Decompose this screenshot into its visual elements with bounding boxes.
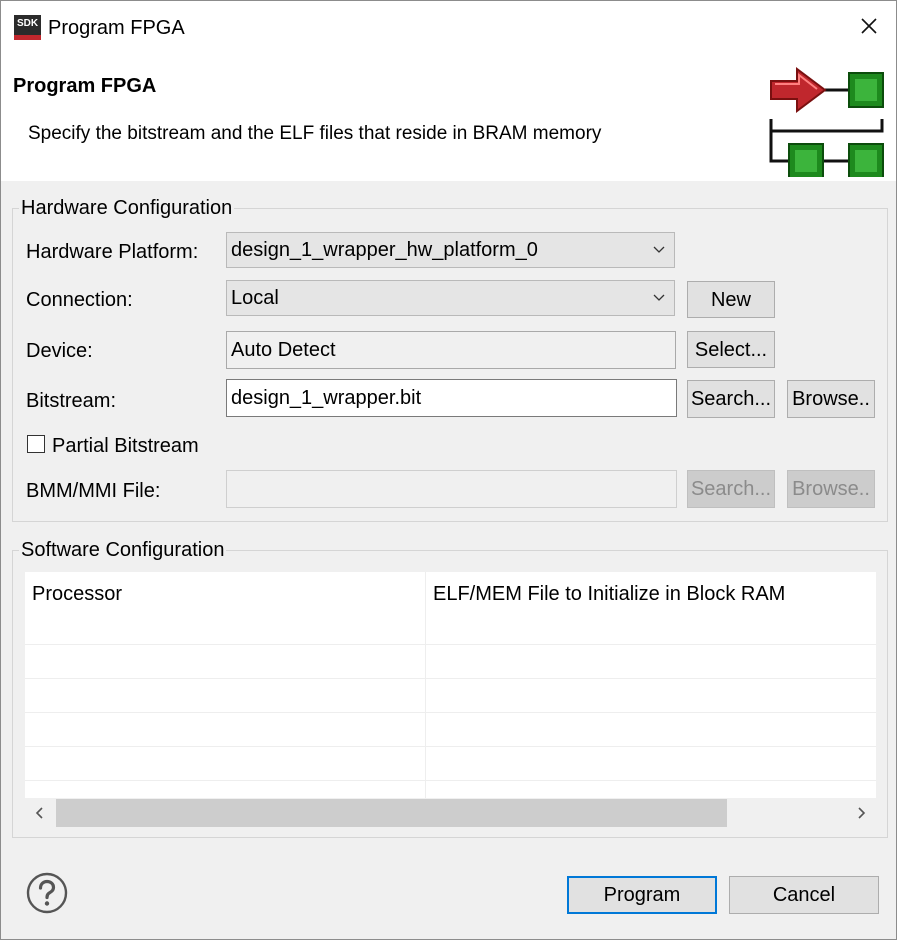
partial-bitstream-label[interactable]: Partial Bitstream <box>52 435 199 458</box>
bmm-mmi-file-input[interactable] <box>226 470 677 508</box>
processor-elf-table: Processor ELF/MEM File to Initialize in … <box>25 572 876 798</box>
bitstream-input[interactable]: design_1_wrapper.bit <box>226 379 677 417</box>
program-fpga-dialog: SDK Program FPGA Program FPGA Specify th… <box>0 0 897 940</box>
table-row <box>25 780 876 781</box>
chevron-down-icon <box>653 246 665 253</box>
header-title: Program FPGA <box>13 75 157 97</box>
device-label: Device: <box>26 340 93 362</box>
program-button[interactable]: Program <box>567 876 717 914</box>
table-row <box>25 712 876 713</box>
hardware-platform-dropdown[interactable]: design_1_wrapper_hw_platform_0 <box>226 232 675 268</box>
bitstream-search-button[interactable]: Search... <box>687 380 775 418</box>
sdk-app-icon: SDK <box>14 15 41 40</box>
dialog-header: Program FPGA Specify the bitstream and t… <box>1 55 896 181</box>
column-divider <box>425 572 426 798</box>
title-bar: SDK Program FPGA <box>1 1 896 55</box>
partial-bitstream-checkbox[interactable] <box>27 435 45 453</box>
fpga-program-graphic-icon <box>767 61 889 183</box>
scrollbar-thumb[interactable] <box>56 799 727 827</box>
bmm-browse-button[interactable]: Browse.. <box>787 470 875 508</box>
table-row <box>25 644 876 645</box>
scroll-left-icon[interactable] <box>31 804 49 822</box>
scroll-right-icon[interactable] <box>852 804 870 822</box>
chevron-down-icon <box>653 294 665 301</box>
software-configuration-label: Software Configuration <box>19 539 227 562</box>
bitstream-browse-button[interactable]: Browse.. <box>787 380 875 418</box>
hardware-platform-value: design_1_wrapper_hw_platform_0 <box>231 239 538 261</box>
close-icon[interactable] <box>856 13 882 39</box>
column-header-processor[interactable]: Processor <box>25 572 425 644</box>
horizontal-scrollbar[interactable] <box>25 798 876 828</box>
hardware-configuration-label: Hardware Configuration <box>19 197 235 220</box>
bitstream-label: Bitstream: <box>26 390 117 412</box>
help-icon[interactable] <box>26 872 68 914</box>
table-row <box>25 678 876 679</box>
connection-dropdown[interactable]: Local <box>226 280 675 316</box>
table-row <box>25 746 876 747</box>
header-description: Specify the bitstream and the ELF files … <box>28 123 602 144</box>
hardware-platform-label: Hardware Platform: <box>26 241 199 263</box>
connection-value: Local <box>231 287 279 309</box>
column-header-elf-mem-file[interactable]: ELF/MEM File to Initialize in Block RAM <box>426 572 876 644</box>
new-connection-button[interactable]: New <box>687 281 775 318</box>
connection-label: Connection: <box>26 289 133 311</box>
select-device-button[interactable]: Select... <box>687 331 775 368</box>
device-field[interactable]: Auto Detect <box>226 331 676 369</box>
bmm-mmi-file-label: BMM/MMI File: <box>26 480 161 502</box>
window-title: Program FPGA <box>48 17 185 39</box>
cancel-button[interactable]: Cancel <box>729 876 879 914</box>
bmm-search-button[interactable]: Search... <box>687 470 775 508</box>
